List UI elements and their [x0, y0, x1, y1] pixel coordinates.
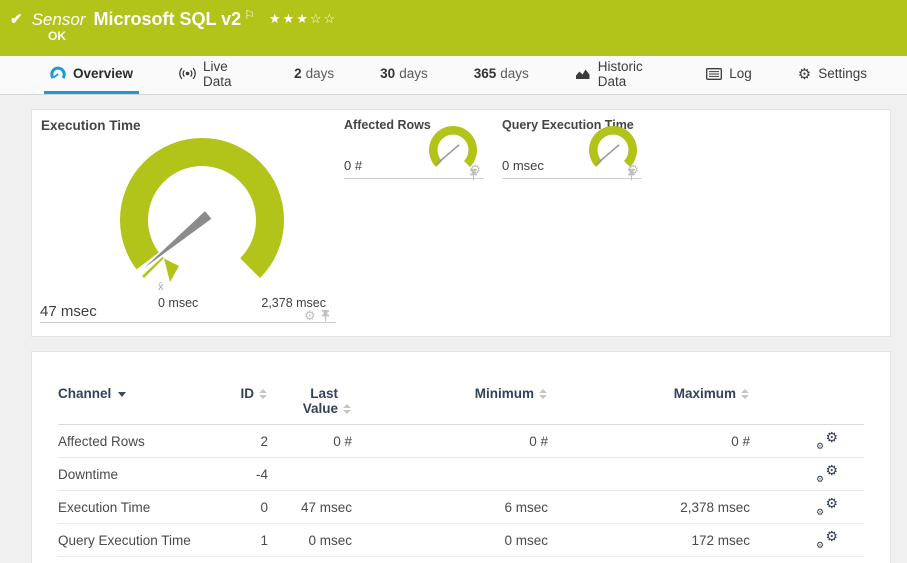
channels-table: Channel ID Last Value Minimum Maximum Af… [58, 386, 864, 557]
tab-live-data[interactable]: Live Data [173, 56, 254, 94]
channel-id: 2 [260, 433, 268, 449]
tab-365-days[interactable]: 365 days [468, 56, 535, 94]
gauge-min-label: 0 msec [158, 296, 199, 310]
priority-stars[interactable]: ★★★☆☆ [269, 11, 337, 27]
gauge-title-execution-time: Execution Time [41, 118, 141, 133]
query-execution-time-current-value: 0 msec [502, 158, 544, 173]
channel-name[interactable]: Execution Time [58, 500, 228, 515]
sort-both-icon [259, 389, 268, 400]
column-header-minimum[interactable]: Minimum [352, 386, 548, 401]
channel-id: 0 [260, 499, 268, 515]
channel-settings-gears-icon[interactable]: ⚙ ⚙ [816, 495, 838, 517]
channel-id: -4 [255, 466, 268, 482]
object-kind-label: Sensor [31, 10, 86, 29]
channel-id: 1 [260, 532, 268, 548]
content-area: Execution Time x̄ 0 msec 2,378 msec 47 m… [0, 95, 907, 563]
tab-30-days[interactable]: 30 days [374, 56, 434, 94]
channel-last-value: 0 # [333, 433, 352, 449]
affected-rows-gauge-block: Affected Rows 0 # ⚙ [344, 118, 484, 181]
channel-settings-gears-icon[interactable]: ⚙ ⚙ [816, 429, 838, 451]
channel-settings-gears-icon[interactable]: ⚙ ⚙ [816, 462, 838, 484]
log-icon [706, 67, 723, 80]
affected-rows-current-value: 0 # [344, 158, 363, 173]
table-row: Execution Time 0 47 msec 6 msec 2,378 ms… [58, 491, 864, 524]
table-header-row: Channel ID Last Value Minimum Maximum [58, 386, 864, 425]
gear-icon: ⚙ [797, 65, 812, 83]
table-row: Affected Rows 2 0 # 0 # 0 # ⚙ ⚙ [58, 425, 864, 458]
column-header-maximum[interactable]: Maximum [548, 386, 750, 401]
tab-bar: Overview Live Data 2 days 30 days 365 da… [0, 56, 907, 95]
sort-both-icon [539, 389, 548, 400]
column-header-channel[interactable]: Channel [58, 386, 228, 401]
tab-2-days[interactable]: 2 days [288, 56, 340, 94]
pin-icon[interactable] [321, 309, 330, 322]
status-badge: OK [48, 29, 66, 43]
channel-minimum: 6 msec [504, 499, 548, 515]
pin-icon[interactable] [627, 169, 636, 181]
sensor-header: ✔ Sensor Microsoft SQL v2 ⚐ ★★★☆☆ OK [0, 0, 907, 56]
channel-name[interactable]: Query Execution Time [58, 533, 228, 548]
channel-maximum: 2,378 msec [680, 499, 750, 515]
sort-descending-icon [118, 392, 127, 397]
execution-time-current-value: 47 msec [40, 303, 97, 320]
tab-log[interactable]: Log [700, 56, 758, 94]
average-marker: x̄ [158, 281, 164, 293]
tab-overview[interactable]: Overview [44, 56, 140, 94]
channel-name[interactable]: Downtime [58, 467, 228, 482]
channel-settings-gears-icon[interactable]: ⚙ ⚙ [816, 528, 838, 550]
channel-minimum: 0 # [529, 433, 548, 449]
channel-maximum: 0 # [731, 433, 750, 449]
status-ok-check-icon: ✔ [10, 11, 23, 28]
tab-settings[interactable]: ⚙ Settings [792, 56, 873, 94]
table-row: Downtime -4 ⚙ ⚙ [58, 458, 864, 491]
live-data-icon [179, 67, 196, 80]
column-header-last-value[interactable]: Last Value [268, 386, 352, 416]
gauge-icon [50, 66, 66, 81]
sensor-title: Microsoft SQL v2 [93, 9, 242, 29]
query-execution-time-gauge-block: Query Execution Time 0 msec ⚙ [502, 118, 642, 181]
sort-both-icon [741, 389, 750, 400]
gauges-panel: Execution Time x̄ 0 msec 2,378 msec 47 m… [31, 109, 891, 337]
tab-historic-data[interactable]: Historic Data [569, 56, 666, 94]
sort-both-icon [343, 404, 352, 415]
historic-data-icon [575, 67, 591, 80]
channel-maximum: 172 msec [691, 532, 750, 548]
channels-panel: Channel ID Last Value Minimum Maximum Af… [31, 351, 891, 563]
channel-name[interactable]: Affected Rows [58, 434, 228, 449]
channel-last-value: 47 msec [300, 499, 352, 515]
table-row: Query Execution Time 1 0 msec 0 msec 172… [58, 524, 864, 557]
execution-time-gauge: x̄ [119, 137, 285, 293]
pin-icon[interactable] [469, 169, 478, 181]
gauge-settings-gear-icon[interactable]: ⚙ [304, 309, 316, 322]
channel-minimum: 0 msec [504, 532, 548, 548]
column-header-id[interactable]: ID [228, 386, 268, 401]
channel-last-value: 0 msec [308, 532, 352, 548]
flag-icon[interactable]: ⚐ [244, 8, 255, 22]
